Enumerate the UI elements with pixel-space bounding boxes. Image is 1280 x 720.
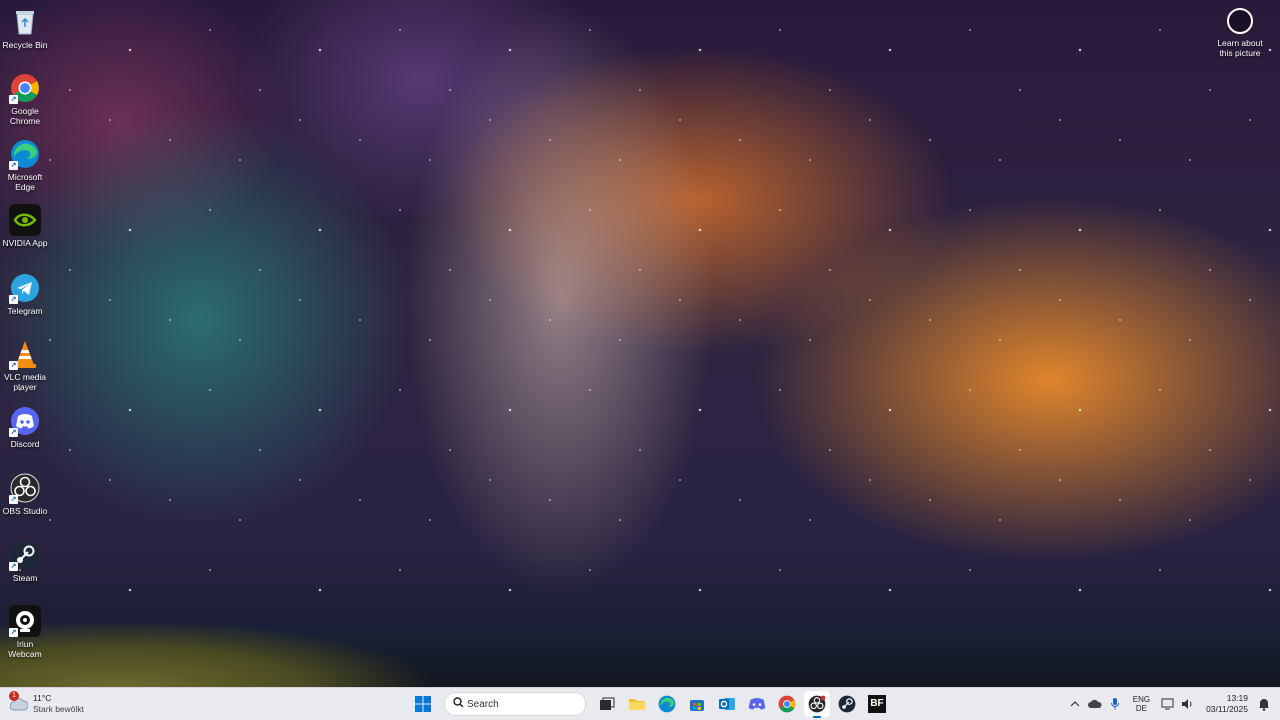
weather-widget[interactable]: 1 11°C Stark bewölkt bbox=[9, 691, 85, 716]
outlook-icon bbox=[719, 698, 735, 710]
desktop-icon-discord[interactable]: ↗ Discord bbox=[1, 401, 49, 449]
bf-taskbar-button[interactable]: BF bbox=[864, 691, 890, 717]
learn-about-picture[interactable]: Learn about this picture bbox=[1210, 6, 1270, 58]
wallpaper-grass bbox=[0, 578, 520, 688]
file-explorer-button[interactable] bbox=[624, 691, 650, 717]
desktop-icon-label: Discord bbox=[10, 439, 40, 449]
task-view-button[interactable] bbox=[594, 691, 620, 717]
system-tray: ENG DE 13:19 03/11/2025 bbox=[1065, 688, 1280, 720]
network-tray-button[interactable] bbox=[1158, 694, 1178, 714]
desktop-icon-label: Microsoft Edge bbox=[7, 172, 43, 192]
desktop-icon-iriun-webcam[interactable]: ↗ Iriun Webcam bbox=[1, 601, 49, 659]
desktop-icon-label: NVIDIA App bbox=[2, 238, 48, 248]
obs-icon bbox=[808, 695, 826, 713]
shortcut-arrow-icon: ↗ bbox=[9, 161, 18, 170]
language-line1: ENG bbox=[1132, 695, 1151, 704]
show-hidden-icons-button[interactable] bbox=[1065, 694, 1085, 714]
network-monitor-icon bbox=[1161, 698, 1174, 710]
vlc-cone-icon: ↗ bbox=[9, 338, 41, 370]
taskbar-search[interactable]: Search bbox=[444, 692, 586, 716]
folder-icon bbox=[629, 699, 645, 710]
desktop-icon-microsoft-edge[interactable]: ↗ Microsoft Edge bbox=[1, 134, 49, 192]
task-view-icon bbox=[600, 697, 615, 710]
weather-condition: Stark bewölkt bbox=[33, 704, 85, 714]
language-indicator[interactable]: ENG DE bbox=[1133, 695, 1150, 713]
desktop-icon-label: Recycle Bin bbox=[2, 40, 48, 50]
search-placeholder: Search bbox=[467, 698, 499, 710]
desktop-icon-label: VLC media player bbox=[3, 372, 47, 392]
steam-icon: ↗ bbox=[9, 539, 41, 571]
clock-time: 13:19 bbox=[1226, 693, 1248, 703]
desktop-icon-label: OBS Studio bbox=[2, 506, 48, 516]
volume-tray-button[interactable] bbox=[1178, 694, 1198, 714]
notifications-button[interactable] bbox=[1254, 694, 1274, 714]
store-icon bbox=[690, 700, 704, 711]
shortcut-arrow-icon: ↗ bbox=[9, 562, 18, 571]
taskbar-apps: Search BF bbox=[408, 691, 892, 718]
taskbar: 1 11°C Stark bewölkt Search BF ENG DE 13… bbox=[0, 687, 1280, 720]
chevron-up-icon bbox=[1070, 701, 1080, 707]
clock-date: 03/11/2025 bbox=[1206, 704, 1248, 714]
shortcut-arrow-icon: ↗ bbox=[9, 361, 18, 370]
telegram-icon: ↗ bbox=[9, 272, 41, 304]
shortcut-arrow-icon: ↗ bbox=[9, 428, 18, 437]
store-button[interactable] bbox=[684, 691, 710, 717]
shortcut-arrow-icon: ↗ bbox=[9, 295, 18, 304]
weather-badge: 1 bbox=[9, 691, 19, 701]
shortcut-arrow-icon: ↗ bbox=[9, 95, 18, 104]
cloud-icon bbox=[1087, 699, 1102, 708]
desktop-icon-nvidia-app[interactable]: NVIDIA App bbox=[1, 200, 49, 248]
desktop-icon-steam[interactable]: ↗ Steam bbox=[1, 535, 49, 583]
nvidia-icon bbox=[9, 204, 41, 236]
desktop-icon-label: Iriun Webcam bbox=[8, 639, 42, 659]
discord-icon: ↗ bbox=[9, 405, 41, 437]
obs-taskbar-button[interactable] bbox=[804, 691, 830, 718]
discord-taskbar-button[interactable] bbox=[744, 691, 770, 717]
chrome-icon: ↗ bbox=[9, 72, 41, 104]
desktop-icon-label: Steam bbox=[12, 573, 38, 583]
microphone-tray-button[interactable] bbox=[1105, 694, 1125, 714]
edge-icon bbox=[658, 695, 676, 713]
notification-bell-icon bbox=[1259, 698, 1269, 711]
windows-logo-icon bbox=[415, 696, 431, 712]
microphone-icon bbox=[1110, 698, 1119, 710]
desktop-icon-recycle-bin[interactable]: Recycle Bin bbox=[1, 2, 49, 50]
steam-icon bbox=[838, 695, 856, 713]
onedrive-tray-button[interactable] bbox=[1085, 694, 1105, 714]
search-icon bbox=[449, 697, 467, 711]
desktop-icon-obs-studio[interactable]: ↗ OBS Studio bbox=[1, 468, 49, 516]
desktop-icon-vlc[interactable]: ↗ VLC media player bbox=[1, 334, 49, 392]
chrome-taskbar-button[interactable] bbox=[774, 691, 800, 717]
camera-icon bbox=[1227, 8, 1253, 34]
shortcut-arrow-icon: ↗ bbox=[9, 495, 18, 504]
shortcut-arrow-icon: ↗ bbox=[9, 628, 18, 637]
obs-icon: ↗ bbox=[9, 472, 41, 504]
weather-temperature: 11°C bbox=[33, 693, 52, 703]
language-line2: DE bbox=[1135, 704, 1147, 713]
cloud-icon: 1 bbox=[9, 691, 29, 711]
bf-app-icon: BF bbox=[868, 695, 886, 713]
edge-icon: ↗ bbox=[9, 138, 41, 170]
steam-taskbar-button[interactable] bbox=[834, 691, 860, 717]
start-button[interactable] bbox=[410, 691, 436, 717]
discord-icon bbox=[748, 698, 766, 710]
desktop-icon-google-chrome[interactable]: ↗ Google Chrome bbox=[1, 68, 49, 126]
clock[interactable]: 13:19 03/11/2025 bbox=[1206, 693, 1248, 715]
desktop-icon-telegram[interactable]: ↗ Telegram bbox=[1, 268, 49, 316]
learn-about-label: Learn about this picture bbox=[1217, 38, 1263, 58]
outlook-button[interactable] bbox=[714, 691, 740, 717]
desktop-icon-label: Google Chrome bbox=[9, 106, 41, 126]
desktop-icon-label: Telegram bbox=[7, 306, 43, 316]
speaker-icon bbox=[1182, 699, 1192, 709]
edge-taskbar-button[interactable] bbox=[654, 691, 680, 717]
chrome-icon bbox=[778, 695, 796, 713]
iriun-webcam-icon: ↗ bbox=[9, 605, 41, 637]
recycle-bin-icon bbox=[9, 6, 41, 38]
